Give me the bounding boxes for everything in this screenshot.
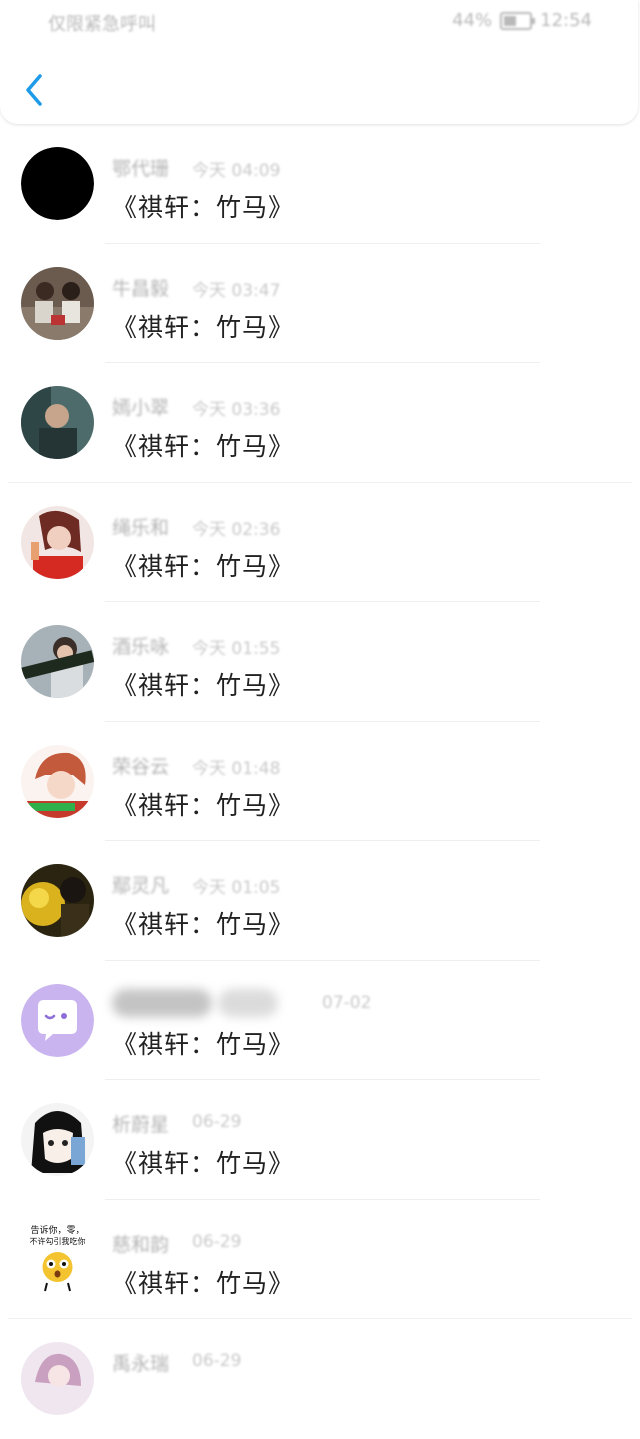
message-time: 06-29 [192,1231,242,1252]
sender-name: 析蔚星 [112,1114,170,1136]
chevron-left-icon [26,74,42,106]
battery-icon [500,11,536,30]
avatar [21,147,94,220]
sender-name: 鄢灵凡 [112,875,170,897]
message-time: 今天 01:48 [192,758,281,779]
message-preview: 《祺轩：竹马》 [112,910,295,939]
clock: 12:54 [540,10,592,31]
avatar [21,266,94,340]
message-preview: 《祺轩：竹马》 [112,1268,295,1298]
avatar [21,864,94,937]
message-time: 今天 03:36 [192,400,281,420]
avatar [21,1103,94,1176]
message-preview: 《祺轩：竹马》 [112,551,295,581]
message-preview: 《祺轩：竹马》 [112,432,295,461]
sender-name: 鄂代珊 [112,158,170,180]
message-list: 鄂代珊 今天 04:09 《祺轩：竹马》 牛昌毅 今天 03:47 《祺轩：竹马… [0,124,640,1439]
avatar [21,505,94,579]
message-time: 今天 04:09 [192,161,281,181]
list-item[interactable]: 析蔚星 06-29 《祺轩：竹马》 [0,1080,640,1200]
avatar [21,386,94,459]
message-time: 今天 03:47 [192,280,281,301]
list-item[interactable]: 嫣小翠 今天 03:36 《祺轩：竹马》 [0,363,640,483]
list-item[interactable]: 07-02 《祺轩：竹马》 [0,961,640,1080]
list-item[interactable]: 告诉你，零， 不许勾引我吃你 慈和韵 06-29 《祺轩：竹马》 [0,1200,640,1319]
sender-name: 嫣小翠 [112,397,170,419]
message-preview: 《祺轩：竹马》 [112,671,295,700]
avatar [21,983,94,1057]
sender-name: 荣谷云 [112,755,170,778]
avatar [21,625,94,698]
list-item[interactable]: 禹永瑞 06-29 [0,1319,640,1439]
message-preview: 《祺轩：竹马》 [112,790,295,820]
message-time: 今天 01:55 [192,639,281,659]
battery-percent: 44% [452,10,493,31]
sender-name: 牛昌毅 [112,277,170,300]
list-item[interactable]: 鄂代珊 今天 04:09 《祺轩：竹马》 [0,124,640,244]
message-time: 今天 02:36 [192,519,281,540]
message-time: 06-29 [192,1112,242,1132]
redacted-name-extra [218,988,278,1017]
message-preview: 《祺轩：竹马》 [112,312,295,342]
top-bar: 仅限紧急呼叫 44% 12:54 [0,0,638,124]
avatar [21,1342,94,1415]
status-bar: 仅限紧急呼叫 44% 12:54 [0,10,638,36]
avatar-caption-line2: 不许勾引我吃你 [30,1236,86,1246]
back-button[interactable] [18,70,54,110]
avatar [21,744,94,818]
list-item[interactable]: 荣谷云 今天 01:48 《祺轩：竹马》 [0,722,640,841]
list-item[interactable]: 酒乐咏 今天 01:55 《祺轩：竹马》 [0,602,640,722]
sender-name: 绳乐和 [112,516,170,539]
list-item[interactable]: 鄢灵凡 今天 01:05 《祺轩：竹马》 [0,841,640,961]
status-right: 44% 12:54 [452,10,592,31]
list-item[interactable]: 绳乐和 今天 02:36 《祺轩：竹马》 [0,483,640,602]
carrier-label: 仅限紧急呼叫 [48,14,156,35]
sender-name: 慈和韵 [112,1233,170,1256]
avatar-caption-line1: 告诉你，零， [30,1224,84,1236]
message-time: 06-29 [192,1351,242,1371]
sender-name: 禹永瑞 [112,1353,170,1375]
message-time: 今天 01:05 [192,878,281,898]
sender-name: 酒乐咏 [112,636,170,658]
message-preview: 《祺轩：竹马》 [112,1149,295,1178]
message-time: 07-02 [322,992,372,1013]
list-item[interactable]: 牛昌毅 今天 03:47 《祺轩：竹马》 [0,244,640,363]
message-preview: 《祺轩：竹马》 [112,1029,295,1059]
message-preview: 《祺轩：竹马》 [112,193,295,222]
avatar: 告诉你，零， 不许勾引我吃你 [21,1222,94,1296]
redacted-name [112,988,212,1017]
